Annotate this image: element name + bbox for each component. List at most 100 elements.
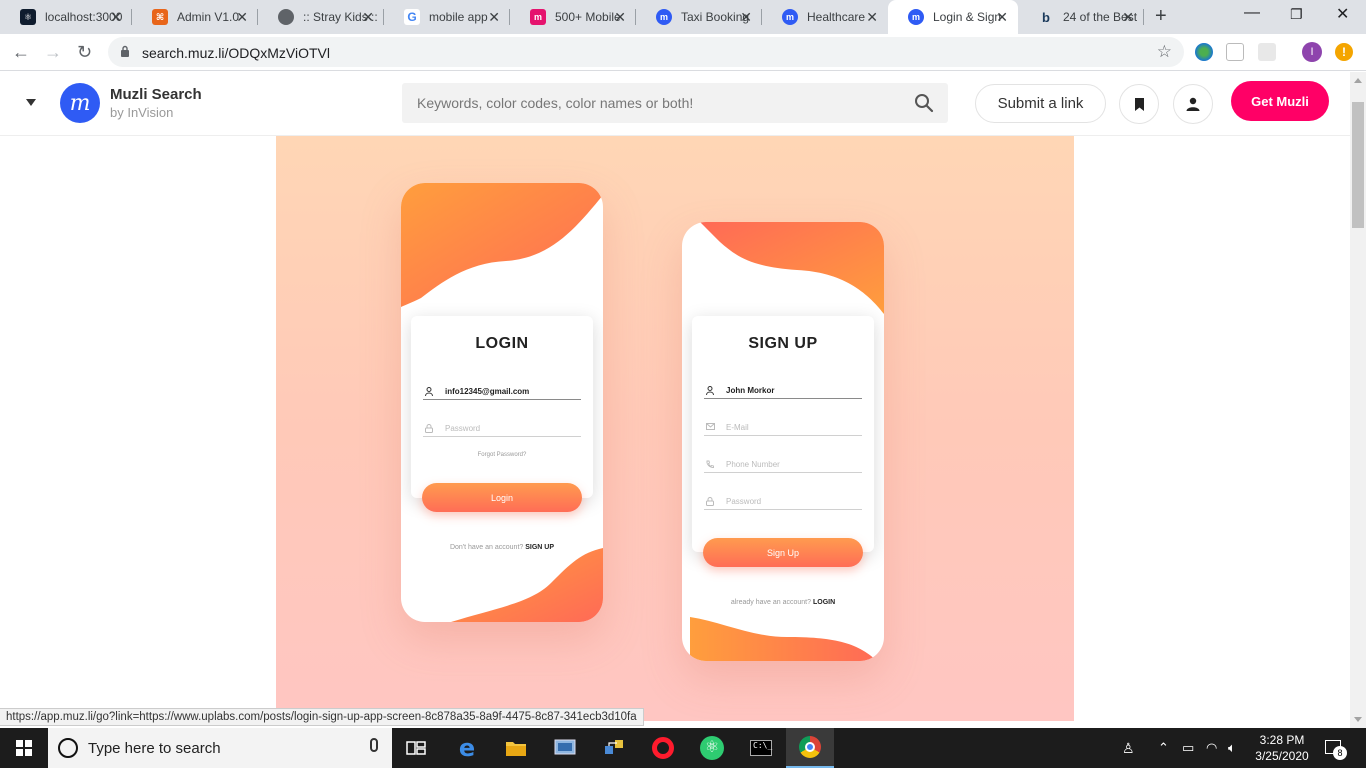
login-password-field[interactable]: Password: [423, 423, 581, 437]
chrome-icon[interactable]: [786, 728, 834, 768]
edge-icon[interactable]: e: [443, 728, 491, 768]
login-link[interactable]: LOGIN: [813, 599, 835, 606]
admin-site-icon: ⌘: [152, 9, 168, 25]
signup-link[interactable]: SIGN UP: [525, 544, 554, 551]
taskbar-clock[interactable]: 3:28 PM 3/25/2020: [1250, 732, 1314, 764]
microphone-icon[interactable]: [370, 738, 378, 752]
tab-login-signup[interactable]: m Login & Sign ✕: [888, 0, 1018, 34]
login-prompt: already have an account? LOGIN: [730, 599, 836, 606]
search-icon[interactable]: [914, 93, 934, 113]
profile-avatar[interactable]: I: [1302, 42, 1322, 62]
minimize-icon[interactable]: —: [1244, 4, 1260, 22]
submit-link-button[interactable]: Submit a link: [975, 84, 1106, 123]
back-icon[interactable]: ←: [12, 42, 30, 63]
login-button[interactable]: Login: [422, 483, 582, 512]
tab-500-mobile[interactable]: m 500+ Mobile ✕: [510, 0, 636, 34]
close-tab-icon[interactable]: ✕: [1122, 9, 1134, 26]
signup-name-value: John Morkor: [726, 386, 775, 395]
extension-globe-icon[interactable]: [1195, 43, 1213, 61]
react-icon: ⚛: [20, 9, 36, 25]
tab-admin[interactable]: ⌘ Admin V1.0 ✕: [132, 0, 258, 34]
reload-icon[interactable]: ↻: [77, 42, 92, 63]
bookmark-icon: [1134, 97, 1144, 111]
network-app-icon[interactable]: [590, 728, 638, 768]
signup-phone-field[interactable]: Phone Number: [704, 459, 862, 473]
close-tab-icon[interactable]: ✕: [614, 9, 626, 26]
cortana-icon[interactable]: [58, 738, 78, 758]
signup-password-field[interactable]: Password: [704, 496, 862, 510]
new-tab-icon[interactable]: +: [1155, 5, 1167, 28]
globe-icon: [278, 9, 294, 25]
opera-icon[interactable]: [639, 728, 687, 768]
show-hidden-icons-chevron[interactable]: ⌃: [1158, 740, 1169, 756]
tab-taxi-booking[interactable]: m Taxi Booking ✕: [636, 0, 762, 34]
login-phone-mockup: LOGIN info12345@gmail.com Password Forgo…: [401, 183, 603, 622]
signup-email-field[interactable]: E-Mail: [704, 422, 862, 436]
signup-button[interactable]: Sign Up: [703, 538, 863, 567]
extension-icon[interactable]: [1258, 43, 1276, 61]
windows-start-icon[interactable]: [16, 740, 32, 756]
login-email-value: info12345@gmail.com: [445, 387, 530, 396]
design-shot-preview[interactable]: LOGIN info12345@gmail.com Password Forgo…: [276, 136, 1074, 721]
browser-tab-strip: ⚛ localhost:3000 ✕ ⌘ Admin V1.0 ✕ :: Str…: [0, 0, 1366, 34]
people-icon[interactable]: ♙: [1122, 740, 1135, 757]
scroll-thumb[interactable]: [1352, 102, 1364, 228]
wifi-icon[interactable]: ◠: [1206, 740, 1217, 756]
scroll-down-arrow-icon[interactable]: [1354, 717, 1362, 722]
task-view-icon[interactable]: [392, 728, 440, 768]
close-tab-icon[interactable]: ✕: [488, 9, 500, 26]
profile-button[interactable]: [1173, 84, 1213, 124]
b-logo-icon: b: [1042, 9, 1050, 25]
restore-icon[interactable]: ❐: [1290, 6, 1303, 23]
browser-toolbar: ← → ↻ search.muz.li/ODQxMzViOTVl ☆ I !: [0, 34, 1366, 71]
tab-google-search[interactable]: G mobile app ✕: [384, 0, 510, 34]
forgot-password-link[interactable]: Forgot Password?: [411, 452, 593, 458]
close-tab-icon[interactable]: ✕: [362, 9, 374, 26]
bookmarks-button[interactable]: [1119, 84, 1159, 124]
signup-password-placeholder: Password: [726, 497, 762, 506]
close-tab-icon[interactable]: ✕: [740, 9, 752, 26]
terminal-icon[interactable]: C:\_: [737, 728, 785, 768]
tab-24-best[interactable]: b 24 of the Best ✕: [1018, 0, 1144, 34]
search-box: [402, 83, 948, 123]
user-icon: [425, 387, 433, 396]
address-bar[interactable]: search.muz.li/ODQxMzViOTVl ☆: [108, 37, 1184, 67]
login-email-field[interactable]: info12345@gmail.com: [423, 386, 581, 400]
close-window-icon[interactable]: ✕: [1336, 4, 1349, 24]
atom-icon[interactable]: ⚛: [688, 728, 736, 768]
get-muzli-button[interactable]: Get Muzli: [1231, 81, 1329, 121]
signup-phone-placeholder: Phone Number: [726, 460, 780, 469]
forward-icon[interactable]: →: [44, 42, 62, 63]
page-scrollbar[interactable]: [1350, 72, 1366, 728]
bookmark-star-icon[interactable]: ☆: [1157, 42, 1172, 62]
taskbar-search-placeholder: Type here to search: [88, 740, 221, 757]
volume-muted-icon[interactable]: 🔈︎: [1228, 740, 1236, 756]
muzli-logo[interactable]: m: [60, 83, 100, 123]
signup-phone-mockup: SIGN UP John Morkor E-Mail Phone Number: [682, 222, 884, 661]
signup-title: SIGN UP: [748, 335, 818, 352]
taskbar-search-box[interactable]: Type here to search: [48, 728, 392, 768]
control-panel-icon[interactable]: [541, 728, 589, 768]
lock-icon: [121, 45, 129, 57]
close-tab-icon[interactable]: ✕: [110, 9, 122, 26]
search-input[interactable]: [402, 83, 902, 123]
scroll-up-arrow-icon[interactable]: [1354, 78, 1362, 83]
tab-healthcare[interactable]: m Healthcare ✕: [762, 0, 888, 34]
signup-prompt: Don't have an account? SIGN UP: [449, 544, 555, 551]
lock-icon: [706, 497, 714, 506]
phone-icon: [706, 460, 714, 468]
muzli-icon: m: [656, 9, 672, 25]
login-password-placeholder: Password: [445, 424, 481, 433]
close-tab-icon[interactable]: ✕: [236, 9, 248, 26]
close-tab-icon[interactable]: ✕: [996, 9, 1008, 26]
close-tab-icon[interactable]: ✕: [866, 9, 878, 26]
update-alert-icon[interactable]: !: [1335, 43, 1353, 61]
menu-caret-icon[interactable]: [26, 99, 36, 106]
battery-icon[interactable]: ▭: [1182, 740, 1194, 756]
user-icon: [706, 386, 714, 395]
extension-icon[interactable]: [1226, 43, 1244, 61]
tab-localhost[interactable]: ⚛ localhost:3000 ✕: [0, 0, 132, 34]
file-explorer-icon[interactable]: [492, 728, 540, 768]
signup-name-field[interactable]: John Morkor: [704, 385, 862, 399]
tab-stray-kids[interactable]: :: Stray Kids :: ✕: [258, 0, 384, 34]
